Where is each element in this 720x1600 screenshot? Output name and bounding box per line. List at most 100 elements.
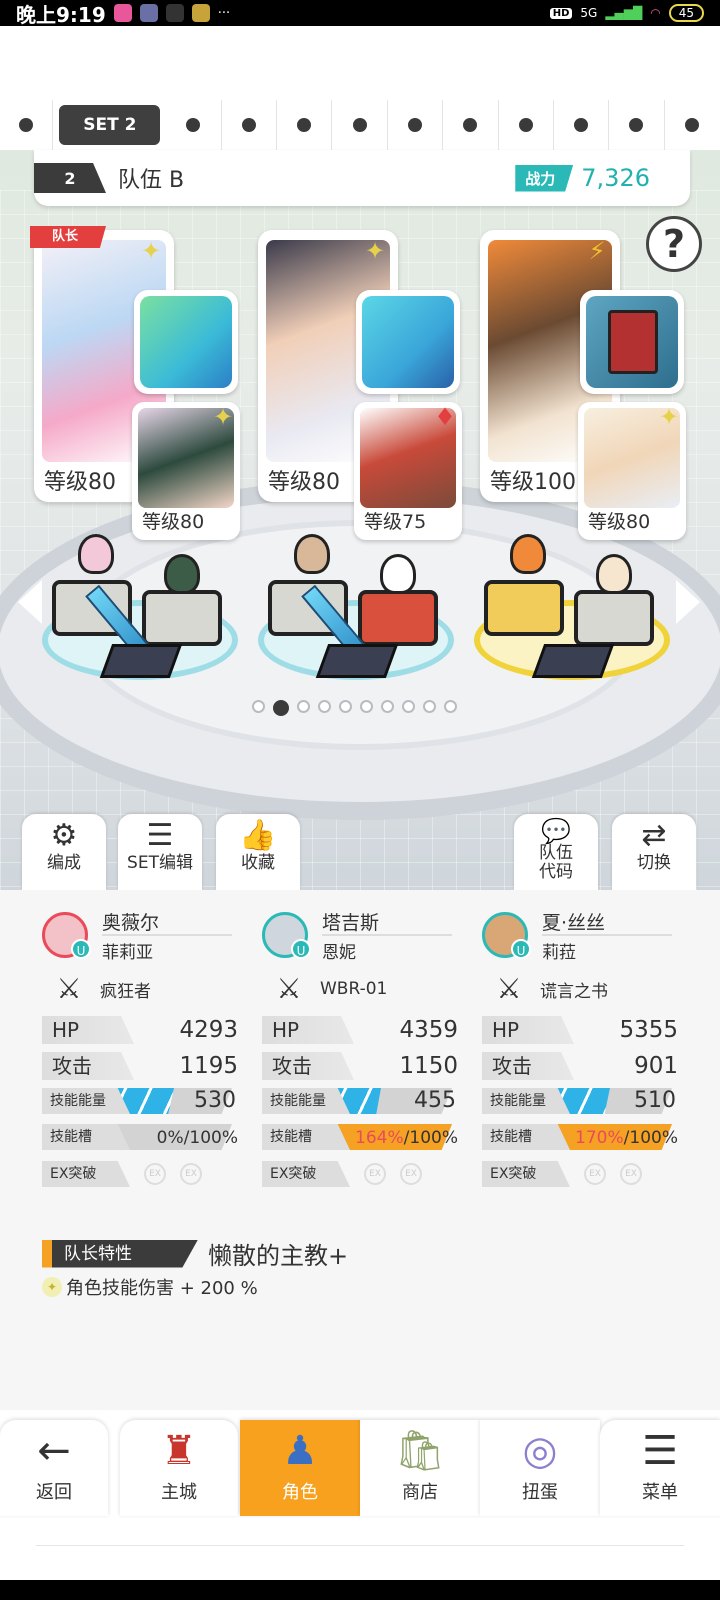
tiktok-icon	[165, 4, 184, 22]
member-avatar-3[interactable]: U	[482, 912, 531, 959]
hp-label: HP	[482, 1016, 574, 1044]
chibi-hero-1	[78, 534, 114, 574]
chibi-support-2	[380, 554, 416, 594]
favorite-button[interactable]: 👍 收藏	[216, 814, 300, 890]
nav-back[interactable]: ← 返回	[0, 1420, 108, 1516]
page-dot[interactable]	[252, 700, 265, 713]
member-avatar-1[interactable]: U	[42, 912, 91, 959]
prev-arrow-icon[interactable]	[18, 580, 42, 624]
page-dot[interactable]	[423, 700, 436, 713]
unique-badge-icon: U	[511, 939, 531, 959]
set-current-tab[interactable]: SET 2	[59, 105, 161, 145]
set-selector: SET 2	[0, 100, 720, 150]
page-dot[interactable]	[360, 700, 373, 713]
power-label: 战力	[515, 164, 574, 192]
ex-slot-icon: EX	[620, 1163, 642, 1185]
weapon-slot-2[interactable]	[356, 290, 460, 394]
power-value: 7,326	[581, 164, 650, 192]
weapon-slot-3[interactable]	[580, 290, 684, 394]
set-11-dot[interactable]	[609, 100, 665, 150]
page-dot[interactable]	[381, 700, 394, 713]
team-header: 2 队伍 B 战力 7,326	[34, 150, 690, 206]
member-avatar-2[interactable]: U	[262, 912, 311, 959]
set-7-dot[interactable]	[388, 100, 444, 150]
attack-label: 攻击	[482, 1052, 574, 1080]
team-number: 2	[34, 163, 106, 193]
ex-slot-icon: EX	[584, 1163, 606, 1185]
nav-characters[interactable]: ♟ 角色	[240, 1420, 360, 1516]
page-dot-active[interactable]	[273, 700, 289, 716]
set-3-dot[interactable]	[166, 100, 222, 150]
hp-value-3: 5355	[619, 1017, 678, 1043]
hp-value-2: 4359	[399, 1017, 458, 1043]
hero-level-1: 等级80	[44, 470, 117, 495]
sparkle-icon: ✦	[42, 1277, 62, 1297]
attack-label: 攻击	[262, 1052, 354, 1080]
hero-level-2: 等级80	[268, 470, 341, 495]
support-card-2[interactable]: ♦ 等级75	[354, 402, 462, 540]
skill-slot-value-1: 0%/100%	[156, 1128, 238, 1148]
set-9-dot[interactable]	[499, 100, 554, 150]
attack-value-1: 1195	[179, 1053, 238, 1079]
set-8-dot[interactable]	[443, 100, 499, 150]
divider	[36, 1545, 684, 1546]
nav-menu[interactable]: ☰ 菜单	[600, 1420, 720, 1516]
weapon-row-1: ⚔ 疯狂者	[42, 966, 242, 1012]
set-edit-button[interactable]: ☰ SET编辑	[118, 814, 202, 890]
ex-slot-icon: EX	[400, 1163, 422, 1185]
dagger-icon	[362, 296, 454, 388]
leader-trait-label: 队长特性	[42, 1239, 198, 1268]
skill-slot-value-3: 170%/100%	[575, 1128, 678, 1148]
support-card-3[interactable]: ✦ 等级80	[578, 402, 686, 540]
hp-label: HP	[262, 1016, 354, 1044]
skill-slot-bar-1: 技能槽 0%/100%	[42, 1120, 242, 1156]
book-icon	[586, 296, 678, 388]
ex-row-2: EX突破 EX EX	[262, 1156, 462, 1192]
support-level-3: 等级80	[588, 511, 651, 533]
set-6-dot[interactable]	[332, 100, 388, 150]
team-code-button[interactable]: 💬 队伍 代码	[514, 814, 598, 890]
set-5-dot[interactable]	[277, 100, 333, 150]
team-name[interactable]: 队伍 B	[118, 162, 184, 194]
page-dot[interactable]	[297, 700, 310, 713]
weapon-name-1: 疯狂者	[100, 981, 151, 1002]
status-bar: 晚上9:19 ··· HD 5G ▂▄▆█ ◠ 45	[0, 0, 720, 27]
skill-energy-bar-1: 技能能量 530	[42, 1084, 242, 1120]
nav-shop[interactable]: 🛍 商店	[360, 1420, 480, 1516]
next-arrow-icon[interactable]	[676, 580, 700, 624]
leader-trait: 队长特性 懒散的主教+	[42, 1236, 348, 1271]
star-icon: ✦	[658, 403, 680, 431]
member-name-2: 塔吉斯	[322, 912, 380, 934]
member-name-1: 奥薇尔	[102, 912, 160, 934]
help-button[interactable]: ?	[646, 216, 702, 272]
set-12-dot[interactable]	[665, 100, 720, 150]
sword-icon	[140, 296, 232, 388]
unique-badge-icon: U	[291, 939, 311, 959]
set-4-dot[interactable]	[222, 100, 277, 150]
platform-1	[42, 534, 238, 680]
set-10-dot[interactable]	[554, 100, 610, 150]
ex-row-1: EX突破 EX EX	[42, 1156, 242, 1192]
page-dot[interactable]	[318, 700, 331, 713]
formation-button[interactable]: ⚙ 编成	[22, 814, 106, 890]
page-dot[interactable]	[402, 700, 415, 713]
weapon-name-2: WBR-01	[320, 979, 388, 999]
wifi-icon: ◠	[650, 6, 661, 20]
switch-button[interactable]: ⇄ 切换	[612, 814, 696, 890]
nav-main-city[interactable]: ♜ 主城	[120, 1420, 238, 1516]
weapon-slot-1[interactable]	[134, 290, 238, 394]
set-1-dot[interactable]	[0, 100, 54, 150]
skill-energy-value-2: 455	[414, 1088, 456, 1113]
star-icon: ✦	[364, 237, 386, 265]
nav-gacha[interactable]: ◎ 扭蛋	[480, 1420, 600, 1516]
hd-icon: HD	[549, 7, 573, 19]
page-dot[interactable]	[444, 700, 457, 713]
gacha-icon: ◎	[522, 1428, 558, 1474]
support-card-1[interactable]: ✦ 等级80	[132, 402, 240, 540]
support-level-1: 等级80	[142, 511, 205, 533]
platform-2	[258, 534, 454, 680]
skill-energy-value-3: 510	[634, 1088, 676, 1113]
team-power: 战力 7,326	[515, 164, 650, 192]
page-dot[interactable]	[339, 700, 352, 713]
character-icon: ♟	[282, 1428, 318, 1474]
